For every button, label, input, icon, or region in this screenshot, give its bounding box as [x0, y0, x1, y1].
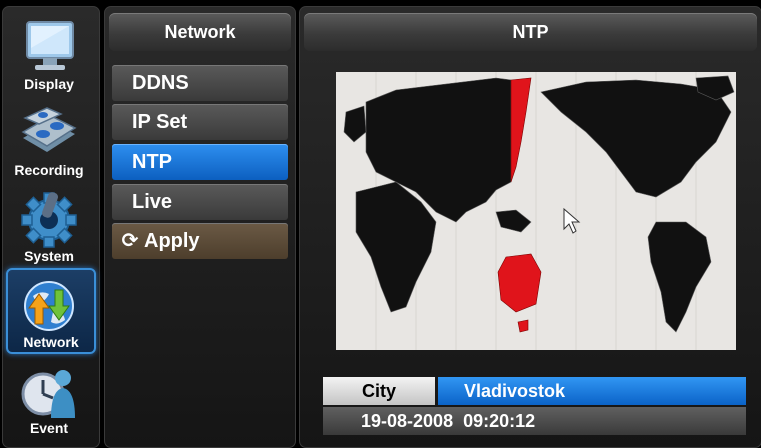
nav-recording[interactable]: Recording: [6, 98, 92, 180]
recording-disks-icon: [17, 104, 81, 167]
monitor-icon: [19, 18, 79, 77]
gear-icon: [19, 190, 79, 251]
apply-button[interactable]: ⟳ Apply: [112, 223, 288, 259]
network-globe-icon: [19, 276, 83, 339]
clock-person-icon: [17, 362, 81, 427]
nav-system-label: System: [24, 248, 74, 264]
nav-recording-label: Recording: [14, 162, 84, 178]
menu-item-ip-set[interactable]: IP Set: [112, 104, 288, 140]
ntp-title: NTP: [304, 13, 757, 51]
nav-system[interactable]: System: [6, 184, 92, 266]
refresh-icon: ⟳: [121, 230, 139, 252]
nav-network[interactable]: Network: [6, 268, 96, 354]
nav-display[interactable]: Display: [6, 12, 92, 94]
menu-item-ddns[interactable]: DDNS: [112, 65, 288, 101]
timezone-world-map[interactable]: [336, 72, 736, 350]
nav-network-label: Network: [23, 334, 79, 350]
menu-item-live[interactable]: Live: [112, 184, 288, 220]
apply-button-label: Apply: [144, 230, 200, 252]
nav-event-label: Event: [29, 420, 69, 436]
datetime-display: 19-08-2008 09:20:12: [323, 407, 746, 435]
nav-display-label: Display: [24, 76, 74, 92]
city-label: City: [323, 377, 435, 405]
nav-event[interactable]: Event: [6, 356, 92, 438]
network-menu-title: Network: [109, 13, 291, 51]
menu-item-ntp[interactable]: NTP: [112, 144, 288, 180]
city-select[interactable]: Vladivostok: [438, 377, 746, 405]
